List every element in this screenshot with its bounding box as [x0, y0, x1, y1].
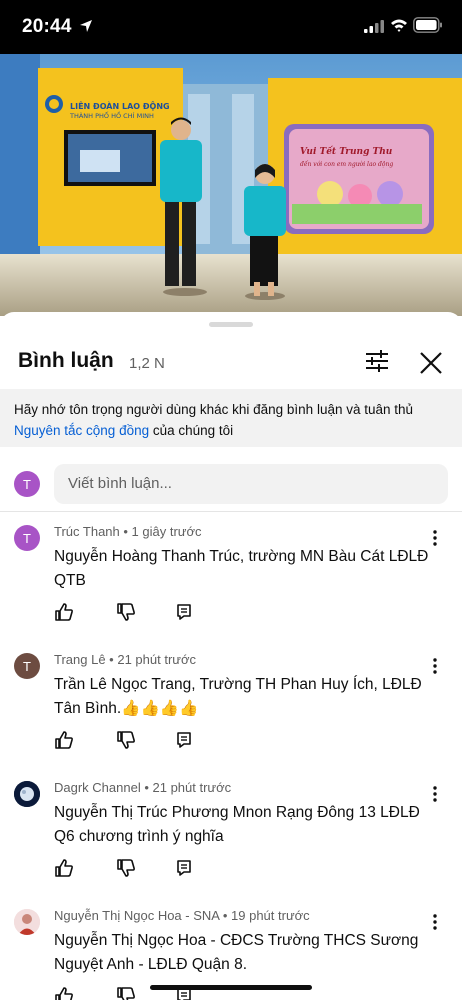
reply-icon[interactable]: [174, 602, 194, 622]
comment-text: Trần Lê Ngọc Trang, Trường TH Phan Huy Í…: [54, 676, 422, 717]
comment-meta: Dagrk Channel • 21 phút trước: [54, 780, 232, 795]
comment-time: 21 phút trước: [117, 652, 196, 667]
comment-avatar-image[interactable]: [14, 909, 40, 935]
comments-count: 1,2 N: [129, 355, 165, 372]
user-avatar: T: [14, 471, 40, 497]
comment-item: T Trang Lê • 21 phút trước Trần Lê Ngọc …: [0, 640, 462, 768]
thumbs-down-icon[interactable]: [116, 602, 136, 622]
comment-time: 21 phút trước: [152, 780, 232, 795]
wifi-icon: [391, 19, 407, 32]
more-options-icon[interactable]: [429, 529, 441, 547]
comment-text: Nguyễn Thị Ngọc Hoa - CĐCS Trường THCS S…: [54, 932, 419, 973]
comments-sheet: Bình luận 1,2 N Hãy nhớ tôn trọng người …: [0, 312, 462, 1000]
thumbs-up-icon[interactable]: [54, 986, 74, 1000]
cellular-signal-icon: [364, 20, 384, 33]
photo-avatar-icon: [14, 909, 40, 935]
comment-author[interactable]: Dagrk Channel: [54, 780, 141, 795]
comments-title: Bình luận: [18, 349, 114, 372]
community-notice: Hãy nhớ tôn trọng người dùng khác khi đă…: [0, 389, 462, 447]
status-bar: 20:44: [0, 0, 462, 54]
thumbs-up-icon[interactable]: [54, 602, 74, 622]
comment-actions: [54, 602, 204, 622]
sort-filter-icon[interactable]: [362, 348, 392, 374]
location-arrow-icon: [80, 20, 92, 32]
comment-item: T Trúc Thanh • 1 giây trước Nguyễn Hoàng…: [0, 512, 462, 640]
drag-handle[interactable]: [209, 322, 253, 327]
comment-avatar[interactable]: T: [14, 653, 40, 679]
video-player[interactable]: LIÊN ĐOÀN LAO ĐỘNG THÀNH PHỐ HỒ CHÍ MINH…: [0, 54, 462, 316]
thumbs-down-icon[interactable]: [116, 730, 136, 750]
thumbs-up-icon[interactable]: [54, 730, 74, 750]
reply-icon[interactable]: [174, 730, 194, 750]
comment-text: Nguyễn Thị Trúc Phương Mnon Rạng Đông 13…: [54, 804, 420, 845]
more-options-icon[interactable]: [429, 913, 441, 931]
community-guidelines-link[interactable]: Nguyên tắc cộng đồng: [14, 423, 149, 438]
planet-avatar-icon: [14, 781, 40, 807]
battery-icon: [413, 17, 442, 33]
thumbs-down-icon[interactable]: [116, 858, 136, 878]
screen-subtitle: đến với con em người lao động: [300, 161, 393, 168]
notice-text: Hãy nhớ tôn trọng người dùng khác khi đă…: [14, 402, 414, 417]
comment-avatar[interactable]: T: [14, 525, 40, 551]
comment-meta: Trang Lê • 21 phút trước: [54, 652, 196, 667]
wall-logo-line1: LIÊN ĐOÀN LAO ĐỘNG: [70, 100, 170, 111]
comment-time: 1 giây trước: [131, 524, 202, 539]
notice-suffix: của chúng tôi: [149, 423, 234, 438]
close-icon[interactable]: [418, 350, 444, 376]
comment-author[interactable]: Trang Lê: [54, 652, 106, 667]
comment-author[interactable]: Nguyễn Thị Ngọc Hoa - SNA: [54, 908, 219, 923]
comment-actions: [54, 730, 204, 750]
screen-title: Vui Tết Trung Thu: [300, 145, 393, 157]
comment-actions: [54, 858, 204, 878]
comment-text: Nguyễn Hoàng Thanh Trúc, trường MN Bàu C…: [54, 548, 429, 589]
comment-avatar-image[interactable]: [14, 781, 40, 807]
more-options-icon[interactable]: [429, 657, 441, 675]
thumbs-up-icon[interactable]: [54, 858, 74, 878]
add-comment-input[interactable]: Viết bình luận...: [54, 464, 448, 504]
thumbs-down-icon[interactable]: [116, 986, 136, 1000]
wall-logo-line2: THÀNH PHỐ HỒ CHÍ MINH: [69, 110, 154, 120]
comment-meta: Trúc Thanh • 1 giây trước: [54, 524, 202, 539]
video-frame: LIÊN ĐOÀN LAO ĐỘNG THÀNH PHỐ HỒ CHÍ MINH…: [0, 54, 462, 316]
comment-time: 19 phút trước: [231, 908, 310, 923]
reply-icon[interactable]: [174, 858, 194, 878]
comment-author[interactable]: Trúc Thanh: [54, 524, 120, 539]
comment-item: Dagrk Channel • 21 phút trước Nguyễn Thị…: [0, 768, 462, 896]
more-options-icon[interactable]: [429, 785, 441, 803]
status-time: 20:44: [22, 16, 72, 37]
comment-meta: Nguyễn Thị Ngọc Hoa - SNA • 19 phút trướ…: [54, 908, 310, 923]
home-indicator[interactable]: [150, 985, 312, 990]
